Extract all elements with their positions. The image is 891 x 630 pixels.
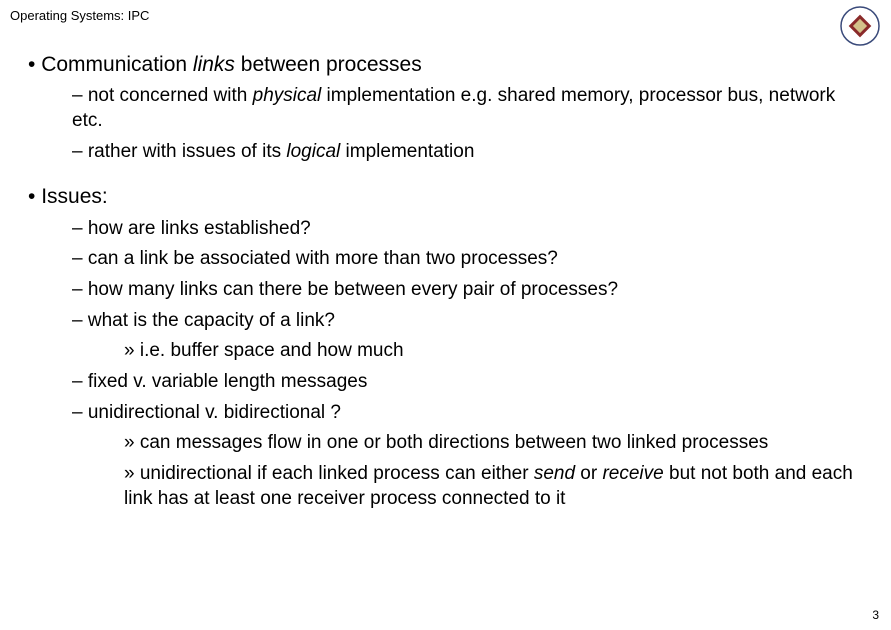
bullet-how-many-links: how many links can there be between ever… <box>72 278 871 303</box>
text: rather with issues of its <box>88 141 287 162</box>
text: can messages flow in one or both directi… <box>140 432 768 453</box>
slide-header: Operating Systems: IPC <box>10 8 149 23</box>
text: not concerned with <box>88 85 253 106</box>
university-crest-icon <box>839 5 881 47</box>
text: unidirectional v. bidirectional ? <box>88 402 341 423</box>
bullet-more-than-two: can a link be associated with more than … <box>72 247 871 272</box>
text-italic: physical <box>253 85 322 106</box>
text: unidirectional if each linked process ca… <box>140 463 534 484</box>
text: between processes <box>235 53 422 76</box>
slide-content: Communication links between processes no… <box>28 52 871 517</box>
text: Issues: <box>41 185 108 208</box>
bullet-buffer-space: i.e. buffer space and how much <box>124 339 871 364</box>
bullet-capacity: what is the capacity of a link? <box>72 309 871 334</box>
bullet-communication-links: Communication links between processes <box>28 52 871 78</box>
page-number: 3 <box>872 608 879 622</box>
text: how many links can there be between ever… <box>88 279 618 300</box>
text: can a link be associated with more than … <box>88 248 558 269</box>
text: what is the capacity of a link? <box>88 310 335 331</box>
text-italic: receive <box>602 463 663 484</box>
text: Communication <box>41 53 193 76</box>
bullet-fixed-variable: fixed v. variable length messages <box>72 370 871 395</box>
bullet-unidirectional-def: unidirectional if each linked process ca… <box>124 462 871 511</box>
text-italic: logical <box>286 141 340 162</box>
bullet-links-established: how are links established? <box>72 217 871 242</box>
text: how are links established? <box>88 218 311 239</box>
text: fixed v. variable length messages <box>88 371 368 392</box>
bullet-message-flow: can messages flow in one or both directi… <box>124 431 871 456</box>
bullet-logical: rather with issues of its logical implem… <box>72 140 871 165</box>
text: i.e. buffer space and how much <box>140 340 404 361</box>
text-italic: links <box>193 53 235 76</box>
bullet-uni-bi: unidirectional v. bidirectional ? <box>72 401 871 426</box>
text: or <box>575 463 602 484</box>
text: implementation <box>340 141 474 162</box>
text-italic: send <box>534 463 575 484</box>
bullet-physical: not concerned with physical implementati… <box>72 84 871 133</box>
bullet-issues: Issues: <box>28 184 871 210</box>
